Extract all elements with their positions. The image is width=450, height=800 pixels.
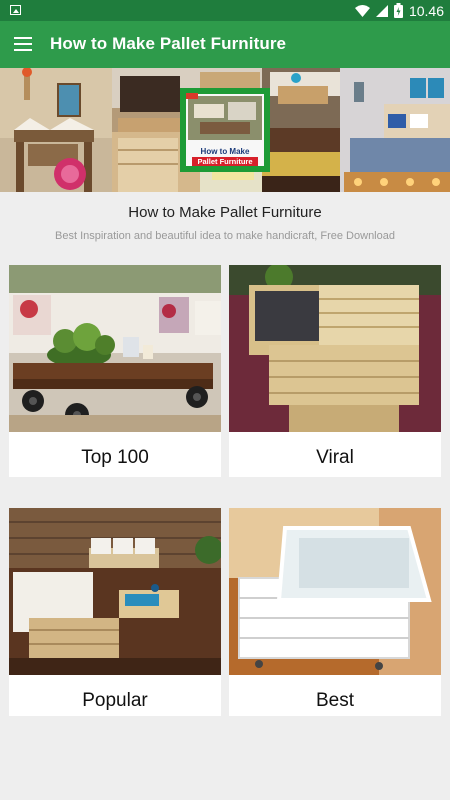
category-label-top-100: Top 100 xyxy=(81,447,149,468)
banner-badge-line2: Pallet Furniture xyxy=(197,157,252,166)
category-image-popular xyxy=(9,508,221,675)
banner-collage: How to Make Pallet Furniture xyxy=(0,68,450,192)
banner-photo-bed xyxy=(340,68,450,192)
battery-charging-icon xyxy=(393,3,403,18)
category-card-viral[interactable]: Viral xyxy=(229,265,441,477)
category-card-popular[interactable]: Popular xyxy=(9,508,221,716)
category-image-top-100 xyxy=(9,265,221,432)
signal-icon xyxy=(375,4,388,17)
page-subtitle: Best Inspiration and beautiful idea to m… xyxy=(55,230,395,242)
app-bar: How to Make Pallet Furniture xyxy=(0,21,450,68)
category-card-best[interactable]: Best xyxy=(229,508,441,716)
category-image-best xyxy=(229,508,441,675)
category-card-top-100[interactable]: Top 100 xyxy=(9,265,221,477)
category-label-best: Best xyxy=(315,690,355,711)
category-image-viral xyxy=(229,265,441,432)
banner-photo-desk xyxy=(0,68,112,192)
app-bar-title: How to Make Pallet Furniture xyxy=(50,34,287,53)
category-label-popular: Popular xyxy=(82,690,148,711)
page-title: How to Make Pallet Furniture xyxy=(128,204,322,221)
banner-photo-deck xyxy=(262,68,352,192)
image-icon xyxy=(10,5,21,15)
wifi-icon xyxy=(354,4,370,17)
banner-badge-line1: How to Make xyxy=(201,147,250,156)
status-time: 10.46 xyxy=(408,2,444,19)
status-icons: 10.46 xyxy=(354,2,444,19)
status-bar: 10.46 xyxy=(0,0,450,21)
category-label-viral: Viral xyxy=(316,447,354,468)
hamburger-menu-icon[interactable] xyxy=(14,36,32,52)
